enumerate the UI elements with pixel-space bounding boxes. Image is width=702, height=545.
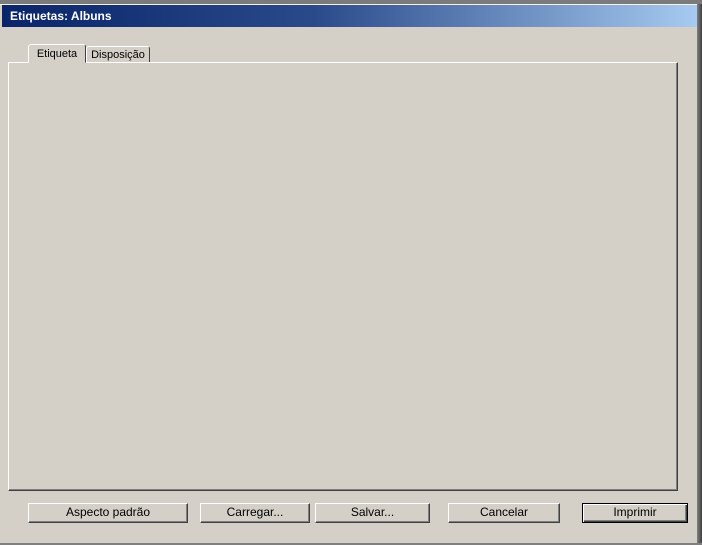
tab-etiqueta[interactable]: Etiqueta [28, 44, 86, 63]
tab-disposicao[interactable]: Disposição [86, 46, 150, 63]
load-button[interactable]: Carregar... [200, 503, 310, 523]
tab-label: Etiqueta [37, 48, 77, 60]
cancel-button[interactable]: Cancelar [448, 503, 560, 523]
tab-label: Disposição [91, 49, 145, 61]
title-bar[interactable]: Etiquetas: Albuns [2, 5, 697, 27]
button-label: Cancelar [480, 505, 528, 519]
print-button[interactable]: Imprimir [582, 503, 688, 523]
default-aspect-button[interactable]: Aspecto padrão [28, 503, 188, 523]
window-title: Etiquetas: Albuns [10, 9, 112, 23]
button-label: Aspecto padrão [66, 505, 150, 519]
save-button[interactable]: Salvar... [315, 503, 430, 523]
tab-page [8, 62, 678, 491]
button-label: Carregar... [227, 505, 284, 519]
button-label: Salvar... [351, 505, 394, 519]
button-label: Imprimir [613, 505, 656, 519]
window-right-edge [697, 4, 702, 545]
dialog-window: Etiquetas: Albuns Etiqueta Disposição Li… [0, 0, 702, 545]
